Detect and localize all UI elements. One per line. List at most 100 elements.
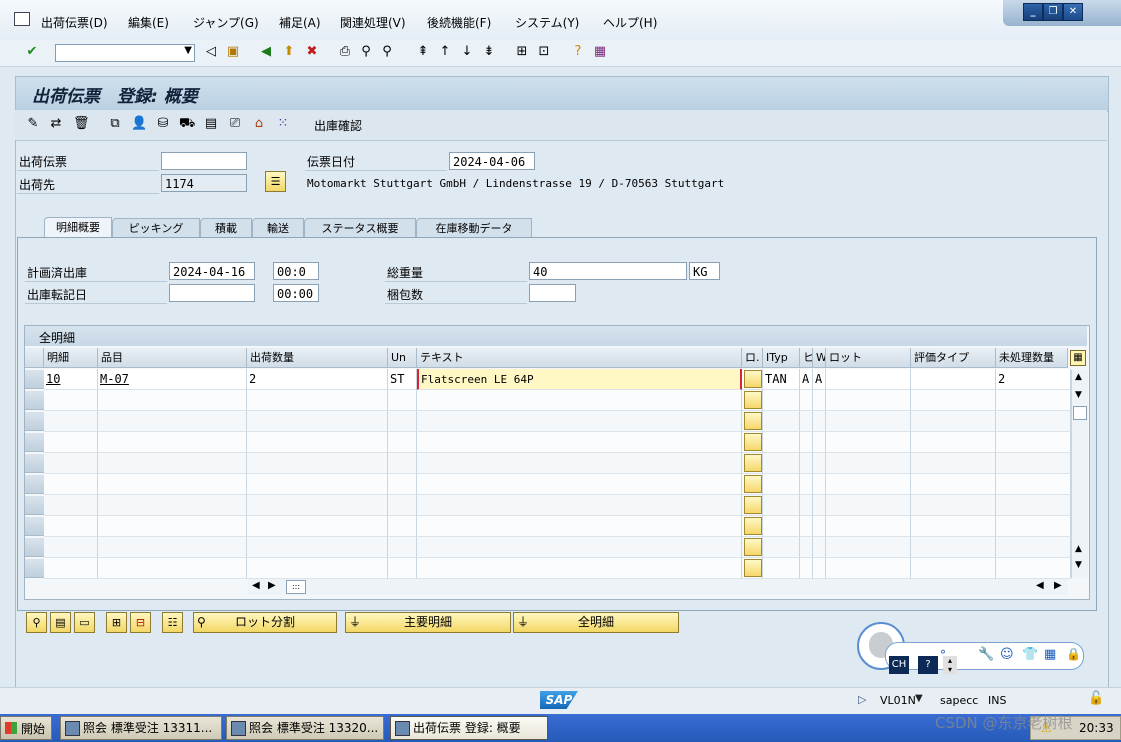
table-cell-val[interactable] [911,432,996,453]
page-up-icon[interactable]: ▲ [1075,544,1082,554]
last-page-icon[interactable]: ⇟ [481,44,497,60]
table-cell-item[interactable] [44,516,98,537]
delete-icon[interactable]: 🗑 [73,116,90,132]
skin-icon[interactable]: 👕 [1022,647,1038,662]
tab-picking[interactable]: ピッキング [112,218,200,238]
table-cell-item[interactable] [44,474,98,495]
table-cell-material[interactable] [98,453,247,474]
table-cell-qty[interactable] [247,432,388,453]
table-cell-batch[interactable] [826,474,911,495]
new-session-icon[interactable]: ⊞ [514,44,530,60]
table-cell-open[interactable] [996,495,1071,516]
item-detail-row-button[interactable] [744,454,762,472]
table-cell-batch[interactable] [826,390,911,411]
start-button[interactable]: 開始 [0,716,52,740]
table-cell-h[interactable] [800,516,813,537]
ime-lang-indicator[interactable]: CH [889,656,909,674]
table-cell-w[interactable] [813,390,826,411]
table-cell-w[interactable] [813,411,826,432]
package-icon[interactable]: ▤ [203,116,219,132]
table-cell-w[interactable] [813,432,826,453]
table-cell-unit[interactable]: ST [388,369,417,390]
menu-extras[interactable]: 補足(A) [279,14,321,31]
row-selector[interactable] [25,559,44,578]
table-cell-text[interactable] [417,453,742,474]
table-cell-unit[interactable] [388,495,417,516]
table-cell-material[interactable] [98,390,247,411]
delete-row-button[interactable]: ⊟ [130,612,151,633]
minimize-button[interactable]: _ [1023,3,1043,21]
transaction-code[interactable]: VL01N [880,694,916,707]
table-cell-h[interactable] [800,495,813,516]
table-cell-h[interactable] [800,453,813,474]
row-selector[interactable] [25,517,44,536]
taskbar-item-1[interactable]: 照会 標準受注 13311... [60,716,222,740]
table-cell-val[interactable] [911,390,996,411]
hscroll-thumb[interactable]: ::: [286,580,306,594]
warehouse-icon[interactable]: ⌂ [251,116,267,132]
table-cell-unit[interactable] [388,390,417,411]
post-goods-issue-button[interactable]: 出庫確認 [314,117,362,134]
table-cell-qty[interactable] [247,537,388,558]
menu-subsequent[interactable]: 後続機能(F) [427,14,491,31]
output-icon[interactable]: ⎚ [227,116,243,132]
table-cell-w[interactable] [813,516,826,537]
menu-goto[interactable]: ジャンプ(G) [193,14,259,31]
table-cell-val[interactable] [911,495,996,516]
input-mode[interactable]: INS [988,694,1006,707]
table-cell-w[interactable] [813,474,826,495]
table-cell-val[interactable] [911,558,996,579]
table-cell-open[interactable] [996,537,1071,558]
page-down-icon[interactable]: ▼ [1075,560,1082,570]
table-cell-batch[interactable] [826,453,911,474]
back-icon[interactable]: ◀ [258,44,274,60]
copy-icon[interactable]: ⧉ [107,116,123,132]
batch-split-button[interactable]: ⚲ ロット分割 [193,612,337,633]
table-cell-val[interactable] [911,516,996,537]
table-cell-text[interactable] [417,537,742,558]
item-detail-row-button[interactable] [744,559,762,577]
table-cell-h[interactable] [800,558,813,579]
packages-field[interactable] [529,284,576,302]
table-cell-w[interactable] [813,537,826,558]
menu-environment[interactable]: 関連処理(V) [340,14,406,31]
table-cell-open[interactable] [996,453,1071,474]
table-cell-batch[interactable] [826,411,911,432]
menu-help[interactable]: ヘルプ(H) [603,14,657,31]
col-text[interactable]: テキスト [417,348,742,368]
table-cell-qty[interactable] [247,474,388,495]
table-cell-text[interactable] [417,411,742,432]
find-next-icon[interactable]: ⚲ [379,44,395,60]
print-icon[interactable]: ⎙ [337,44,353,60]
save-icon[interactable]: ▣ [225,44,241,60]
table-cell-text[interactable] [417,474,742,495]
table-cell-h[interactable] [800,432,813,453]
partner-details-button[interactable]: ☰ [265,171,286,192]
layout-icon[interactable]: ▦ [592,44,608,60]
col-unit[interactable]: Un [388,348,417,368]
table-cell-qty[interactable] [247,558,388,579]
table-cell-h[interactable] [800,537,813,558]
ime-menu-icon[interactable]: ▴ ▾ [943,656,957,674]
table-cell-w[interactable] [813,558,826,579]
col-valuation-type[interactable]: 評価タイプ [911,348,996,368]
col-open-qty[interactable]: 未処理数量 [996,348,1068,368]
table-cell-w[interactable] [813,495,826,516]
table-cell-ityp[interactable] [763,432,800,453]
enter-icon[interactable]: ✔ [24,44,40,60]
table-cell-text[interactable] [417,390,742,411]
col-itype[interactable]: ITyp [763,348,800,368]
scroll-left-end-icon[interactable]: ◀ [1036,580,1044,591]
row-selector[interactable] [25,454,44,473]
table-cell-qty[interactable] [247,495,388,516]
table-cell-open[interactable] [996,432,1071,453]
col-lo[interactable]: ロ. [742,348,763,368]
help-icon[interactable]: ? [570,44,586,60]
row-selector[interactable] [25,475,44,494]
table-cell-ityp[interactable] [763,411,800,432]
table-cell-material[interactable] [98,474,247,495]
select-all-corner[interactable] [25,348,44,368]
table-cell-val[interactable] [911,369,996,390]
next-page-icon[interactable]: ↓ [459,44,475,60]
table-cell-ityp[interactable] [763,537,800,558]
